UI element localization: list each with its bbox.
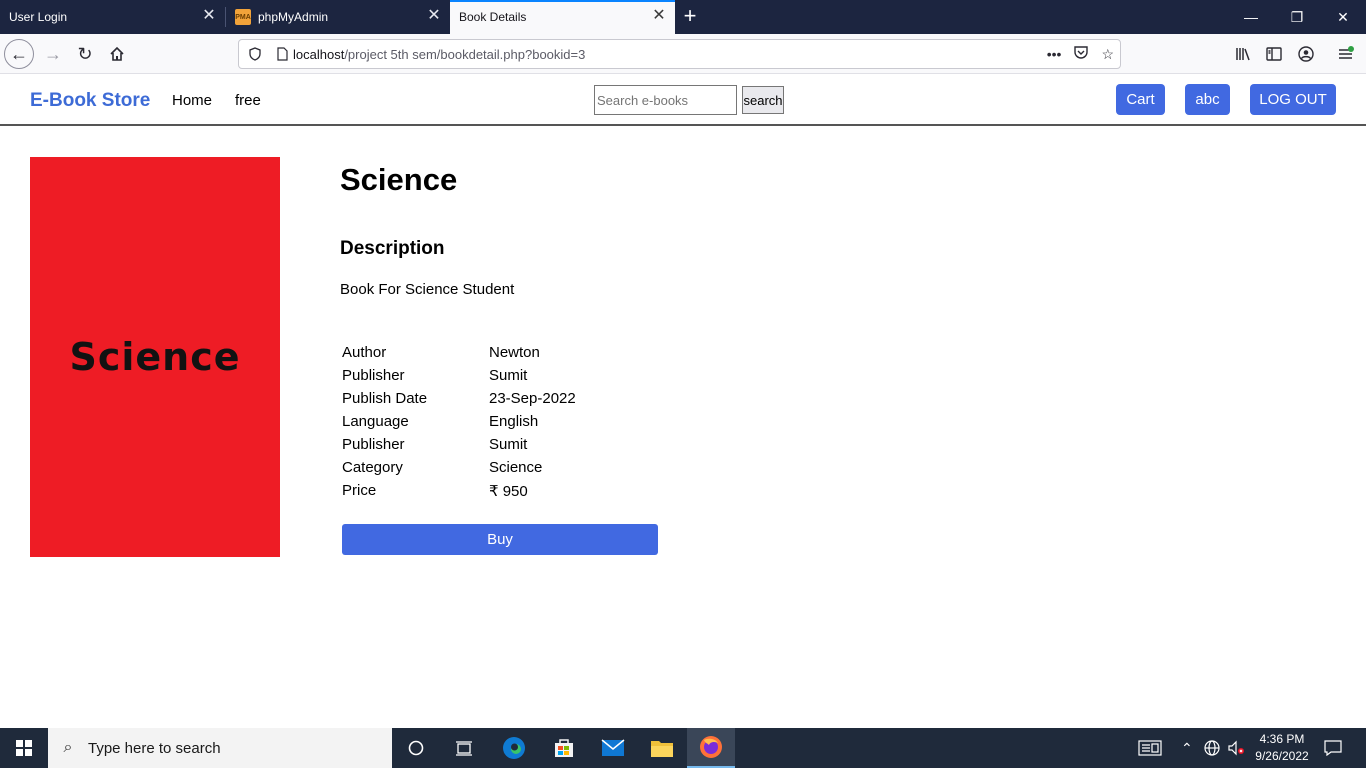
close-tab-icon[interactable]: ✕ [201, 8, 217, 24]
detail-label: Publisher [342, 436, 405, 453]
tab-phpmyadmin[interactable]: PMA phpMyAdmin ✕ [226, 0, 450, 34]
cart-button[interactable]: Cart [1116, 84, 1165, 115]
book-cover-image: Science [30, 157, 280, 557]
reload-icon[interactable]: ↻ [69, 38, 101, 70]
clock-date: 9/26/2022 [1255, 749, 1309, 763]
detail-label: Publish Date [342, 390, 428, 407]
edge-browser-icon[interactable] [490, 728, 538, 768]
description-heading: Description [340, 238, 445, 259]
search-input[interactable] [594, 85, 737, 115]
detail-row-category: Category Science [342, 456, 576, 479]
nav-home-link[interactable]: Home [172, 92, 212, 109]
forward-arrow-icon[interactable]: → [37, 38, 69, 70]
detail-label: Price [342, 482, 377, 499]
tab-title: phpMyAdmin [258, 10, 329, 24]
new-tab-icon[interactable]: + [676, 4, 704, 30]
task-view-icon[interactable] [440, 728, 488, 768]
browser-navbar: ← → ↻ localhost/project 5th sem/bookdeta… [0, 34, 1366, 74]
phpmyadmin-favicon-icon: PMA [235, 9, 251, 25]
book-details-table: Author Newton Publisher Sumit Publish Da… [342, 341, 576, 502]
windows-taskbar: ⌕ Type here to search ⌃ 4:36 PM 9/26/202… [0, 728, 1366, 768]
news-icon[interactable] [1138, 728, 1162, 768]
file-explorer-icon[interactable] [638, 728, 686, 768]
close-tab-icon[interactable]: ✕ [651, 8, 667, 24]
library-icon[interactable] [1231, 42, 1255, 66]
menu-icon[interactable] [1334, 42, 1358, 66]
detail-value: English [489, 413, 539, 430]
store-icon[interactable] [540, 728, 588, 768]
account-icon[interactable] [1294, 42, 1318, 66]
detail-row-publisher: Publisher Sumit [342, 433, 576, 456]
detail-row-publish-date: Publish Date 23-Sep-2022 [342, 387, 576, 410]
cover-title: Science [69, 335, 241, 379]
search-icon: ⌕ [63, 739, 73, 756]
close-tab-icon[interactable]: ✕ [426, 8, 442, 24]
browser-tab-strip: User Login ✕ PMA phpMyAdmin ✕ Book Detai… [0, 0, 1366, 34]
network-globe-icon[interactable] [1204, 728, 1220, 768]
brand-logo[interactable]: E-Book Store [30, 90, 150, 112]
detail-row-language: Language English [342, 410, 576, 433]
back-arrow-icon[interactable]: ← [4, 39, 34, 69]
detail-label: Category [342, 459, 403, 476]
home-icon[interactable] [101, 38, 133, 70]
mail-icon[interactable] [589, 728, 637, 768]
tab-book-details[interactable]: Book Details ✕ [450, 0, 675, 34]
pocket-icon[interactable] [1073, 45, 1089, 63]
sidebar-icon[interactable] [1262, 42, 1286, 66]
detail-value: Sumit [489, 367, 528, 384]
bookmark-star-icon[interactable]: ☆ [1101, 46, 1114, 63]
windows-logo-icon [16, 740, 32, 756]
detail-value: Newton [489, 344, 540, 361]
minimize-icon[interactable]: — [1228, 0, 1274, 34]
more-actions-icon[interactable]: ••• [1047, 46, 1062, 62]
volume-muted-icon[interactable] [1227, 728, 1245, 768]
close-window-icon[interactable]: ✕ [1320, 0, 1366, 34]
detail-label: Publisher [342, 367, 405, 384]
address-bar[interactable]: localhost/project 5th sem/bookdetail.php… [238, 39, 1121, 69]
search-button[interactable]: search [742, 86, 784, 114]
detail-value: ₹ 950 [489, 482, 528, 500]
firefox-icon[interactable] [687, 728, 735, 768]
system-clock[interactable]: 4:36 PM 9/26/2022 [1250, 731, 1314, 765]
book-title: Science [340, 162, 458, 197]
detail-value: Science [489, 459, 543, 476]
detail-row-price: Price ₹ 950 [342, 479, 576, 502]
user-button[interactable]: abc [1185, 84, 1230, 115]
notifications-icon[interactable] [1324, 728, 1342, 768]
detail-row-publisher: Publisher Sumit [342, 364, 576, 387]
detail-value: Sumit [489, 436, 528, 453]
cortana-icon[interactable] [392, 728, 440, 768]
tab-title: User Login [9, 10, 68, 24]
taskbar-search-placeholder: Type here to search [88, 739, 221, 757]
detail-label: Language [342, 413, 409, 430]
restore-icon[interactable]: ❐ [1274, 0, 1320, 34]
site-header: E-Book Store Home free search Cart abc L… [0, 74, 1366, 126]
logout-button[interactable]: LOG OUT [1250, 84, 1336, 115]
taskbar-search[interactable]: ⌕ Type here to search [48, 728, 392, 768]
clock-time: 4:36 PM [1259, 732, 1305, 746]
window-controls: — ❐ ✕ [1228, 0, 1366, 34]
url-host: localhost [293, 46, 345, 62]
url-path: /project 5th sem/bookdetail.php?bookid=3 [344, 46, 586, 62]
chevron-up-icon[interactable]: ⌃ [1181, 728, 1193, 768]
tab-user-login[interactable]: User Login ✕ [0, 0, 225, 34]
tab-title: Book Details [459, 10, 527, 24]
shield-icon[interactable] [247, 47, 263, 61]
url-actions: ••• ☆ [1047, 40, 1114, 68]
detail-label: Author [342, 344, 387, 361]
description-text: Book For Science Student [340, 281, 515, 298]
start-button[interactable] [0, 728, 48, 768]
page-info-icon[interactable] [275, 47, 289, 61]
nav-free-link[interactable]: free [235, 92, 261, 109]
detail-value: 23-Sep-2022 [489, 390, 576, 407]
detail-row-author: Author Newton [342, 341, 576, 364]
buy-button[interactable]: Buy [342, 524, 658, 555]
